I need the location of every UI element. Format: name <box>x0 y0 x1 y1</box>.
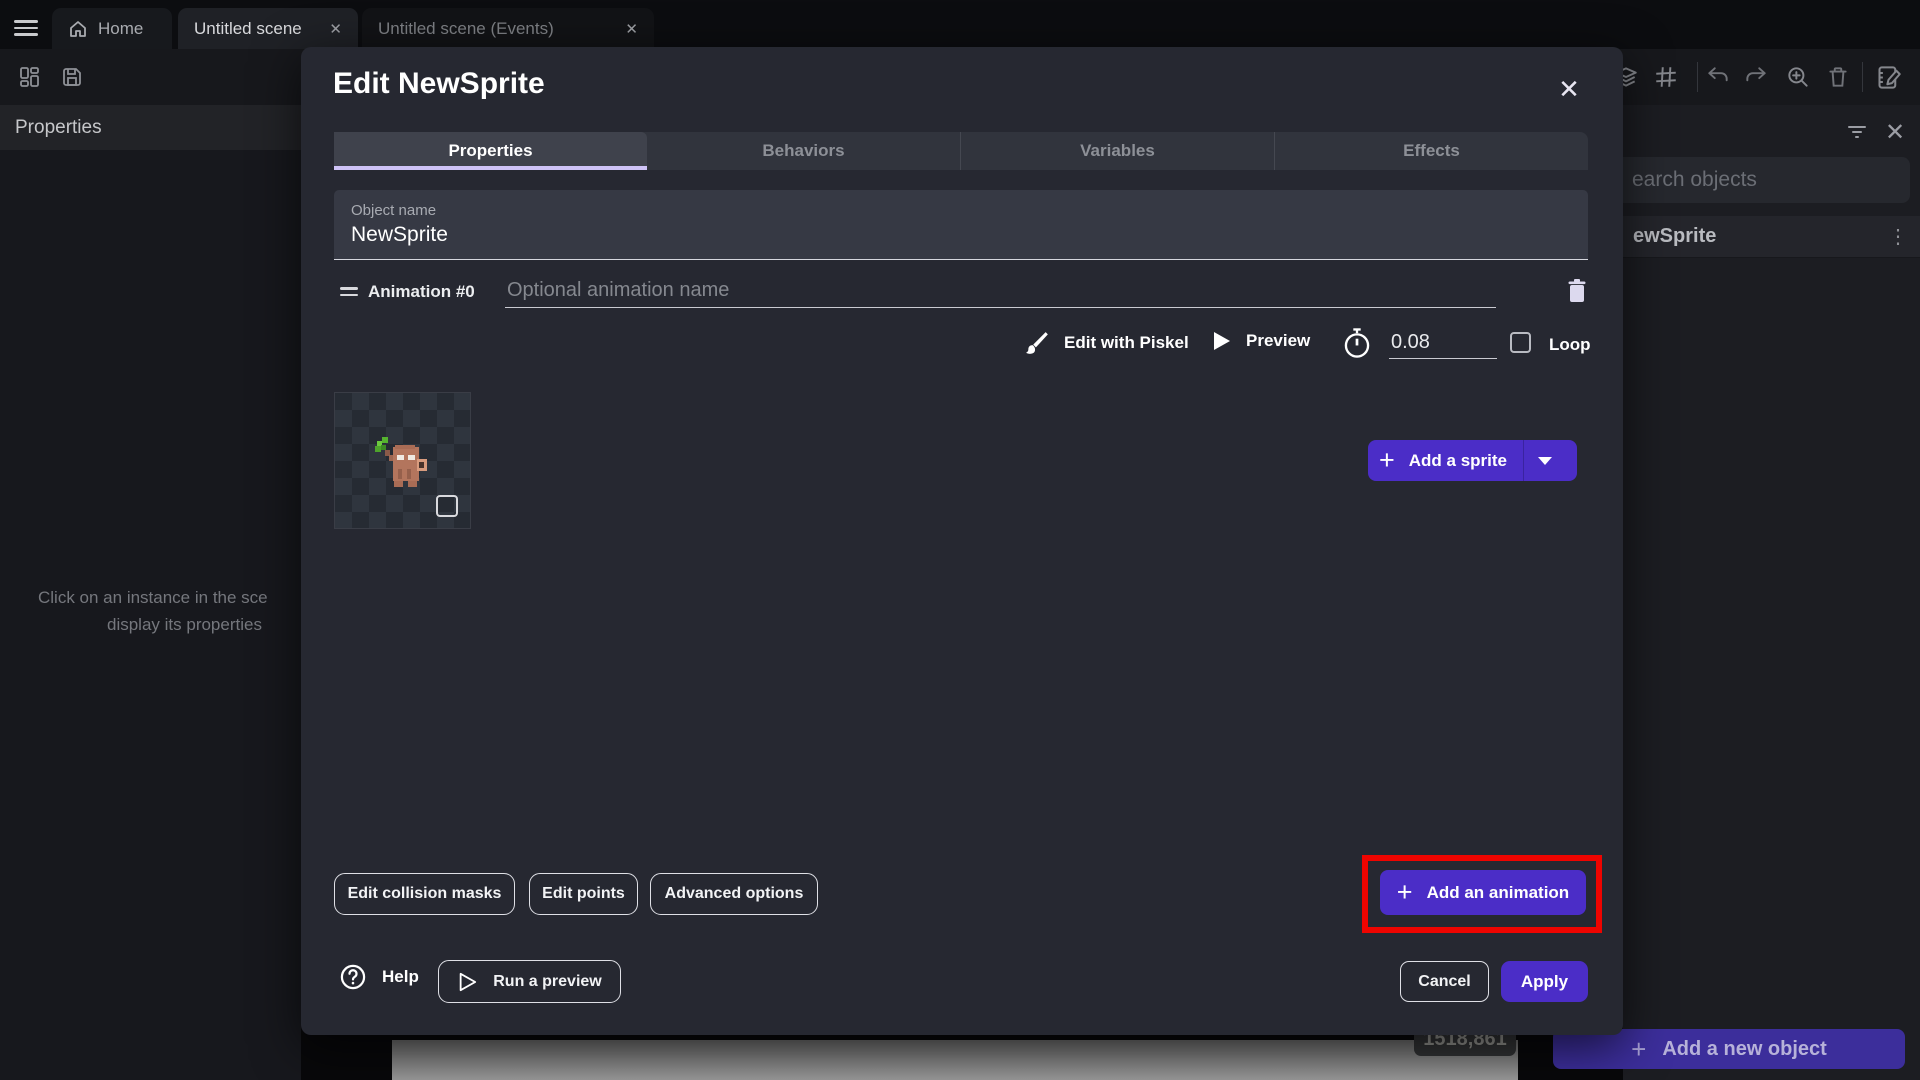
tab-home-label: Home <box>98 18 144 38</box>
close-tab-icon[interactable]: ✕ <box>625 20 638 38</box>
close-panel-icon[interactable]: ✕ <box>1885 118 1905 147</box>
tab-effects[interactable]: Effects <box>1274 132 1588 170</box>
tab-behaviors[interactable]: Behaviors <box>647 132 960 170</box>
object-name-field-label: Object name <box>351 202 437 219</box>
animation-name-placeholder: Optional animation name <box>507 279 730 301</box>
undo-icon[interactable] <box>1704 63 1732 91</box>
layout-icon[interactable] <box>16 63 44 91</box>
tab-scene-label: Untitled scene <box>194 18 302 38</box>
preview-button[interactable]: Preview <box>1210 330 1310 352</box>
properties-panel: Properties Click on an instance in the s… <box>0 105 301 1080</box>
delete-animation-icon[interactable] <box>1562 275 1592 307</box>
apply-button[interactable]: Apply <box>1501 961 1588 1002</box>
edit-scene-icon[interactable] <box>1874 63 1902 91</box>
loop-label: Loop <box>1549 335 1591 354</box>
search-objects-input[interactable]: earch objects <box>1600 157 1910 203</box>
drag-handle-icon[interactable] <box>340 287 358 299</box>
top-tab-bar: Home Untitled scene ✕ Untitled scene (Ev… <box>0 0 1920 49</box>
animation-row: Animation #0 Optional animation name <box>334 275 1588 315</box>
split-divider <box>1523 440 1525 481</box>
toolbar-divider <box>1697 62 1698 92</box>
object-name-field-value: NewSprite <box>351 223 448 246</box>
tab-variables[interactable]: Variables <box>960 132 1274 170</box>
edit-points-button[interactable]: Edit points <box>529 873 638 915</box>
tab-events-label: Untitled scene (Events) <box>378 18 554 38</box>
object-menu-icon[interactable]: ⋮ <box>1888 224 1908 249</box>
edit-collision-masks-button[interactable]: Edit collision masks <box>334 873 515 915</box>
grid-icon[interactable] <box>1652 63 1680 91</box>
properties-panel-title: Properties <box>0 105 301 150</box>
help-icon <box>340 964 366 990</box>
search-objects-placeholder: earch objects <box>1632 168 1757 191</box>
add-animation-button[interactable]: + Add an animation <box>1380 870 1586 915</box>
close-dialog-icon[interactable]: ✕ <box>1551 71 1587 107</box>
add-sprite-button[interactable]: + Add a sprite <box>1368 440 1577 481</box>
stopwatch-icon <box>1342 327 1372 359</box>
edit-sprite-dialog: Edit NewSprite ✕ Properties Behaviors Va… <box>301 47 1623 1035</box>
tab-properties[interactable]: Properties <box>334 132 647 170</box>
add-new-object-button[interactable]: + Add a new object <box>1553 1029 1905 1069</box>
trash-icon[interactable] <box>1824 63 1852 91</box>
run-preview-button[interactable]: Run a preview <box>438 960 621 1003</box>
time-between-frames-value: 0.08 <box>1391 331 1430 353</box>
properties-empty-message-line2: display its properties <box>107 615 262 634</box>
filter-icon[interactable] <box>1845 119 1869 143</box>
edit-with-piskel-button[interactable]: Edit with Piskel <box>1024 330 1189 356</box>
help-label: Help <box>382 967 419 986</box>
dialog-title: Edit NewSprite <box>333 67 545 100</box>
plus-icon: + <box>1396 877 1413 907</box>
redo-icon[interactable] <box>1742 63 1770 91</box>
object-name-label: ewSprite <box>1633 225 1717 247</box>
chevron-down-icon[interactable] <box>1538 456 1553 465</box>
cancel-button[interactable]: Cancel <box>1400 961 1489 1002</box>
run-preview-label: Run a preview <box>493 972 602 990</box>
edit-with-piskel-label: Edit with Piskel <box>1064 333 1189 352</box>
plus-icon: + <box>1378 445 1395 475</box>
object-list-item[interactable]: ewSprite ⋮ <box>1623 216 1920 258</box>
main-menu-icon[interactable] <box>14 20 38 36</box>
brush-icon <box>1026 332 1048 354</box>
sprite-frame-thumbnail[interactable] <box>334 392 471 529</box>
scene-canvas-edge <box>392 1040 1518 1080</box>
animation-name-input[interactable]: Optional animation name <box>505 275 1496 308</box>
play-outline-icon <box>459 972 477 991</box>
time-between-frames-input[interactable]: 0.08 <box>1389 329 1497 359</box>
add-new-object-label: Add a new object <box>1662 1037 1827 1060</box>
animation-label: Animation #0 <box>368 282 475 301</box>
object-name-field[interactable]: Object name NewSprite <box>334 190 1588 260</box>
advanced-options-button[interactable]: Advanced options <box>650 873 818 915</box>
select-frame-checkbox[interactable] <box>436 495 458 517</box>
tab-untitled-scene-events[interactable]: Untitled scene (Events) ✕ <box>362 8 654 49</box>
tab-home[interactable]: Home <box>52 8 172 49</box>
zoom-in-icon[interactable] <box>1784 63 1812 91</box>
plus-icon: + <box>1631 1033 1647 1064</box>
tab-untitled-scene[interactable]: Untitled scene ✕ <box>178 8 358 49</box>
home-icon <box>68 19 88 39</box>
add-animation-label: Add an animation <box>1426 882 1570 902</box>
animation-controls-row: Edit with Piskel Preview 0.08 Loop <box>334 327 1591 367</box>
preview-label: Preview <box>1246 331 1311 350</box>
add-sprite-label: Add a sprite <box>1408 450 1508 470</box>
app-window: Home Untitled scene ✕ Untitled scene (Ev… <box>0 0 1920 1080</box>
play-icon <box>1214 332 1230 350</box>
close-tab-icon[interactable]: ✕ <box>329 20 342 38</box>
save-icon[interactable] <box>58 63 86 91</box>
toolbar-divider <box>1862 62 1863 92</box>
properties-empty-message-line1: Click on an instance in the sce <box>38 588 268 607</box>
loop-checkbox[interactable] <box>1510 332 1531 353</box>
dialog-tab-bar: Properties Behaviors Variables Effects <box>334 132 1588 170</box>
help-button[interactable]: Help <box>339 963 419 991</box>
